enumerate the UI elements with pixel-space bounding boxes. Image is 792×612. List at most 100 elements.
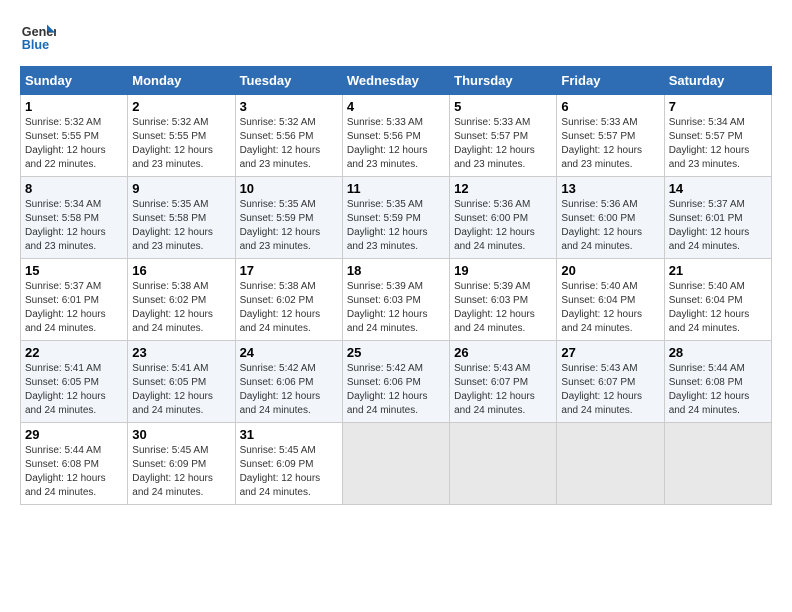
day-number: 21 xyxy=(669,263,767,278)
day-info: Sunrise: 5:35 AM Sunset: 5:58 PM Dayligh… xyxy=(132,198,230,254)
weekday-header-row: SundayMondayTuesdayWednesdayThursdayFrid… xyxy=(21,67,772,95)
day-info: Sunrise: 5:36 AM Sunset: 6:00 PM Dayligh… xyxy=(561,198,659,254)
weekday-header-wednesday: Wednesday xyxy=(342,67,449,95)
day-number: 6 xyxy=(561,99,659,114)
day-number: 12 xyxy=(454,181,552,196)
calendar-cell: 15 Sunrise: 5:37 AM Sunset: 6:01 PM Dayli… xyxy=(21,259,128,341)
calendar-cell: 3 Sunrise: 5:32 AM Sunset: 5:56 PM Daylig… xyxy=(235,95,342,177)
calendar-cell: 14Sunrise: 5:37 AM Sunset: 6:01 PM Dayli… xyxy=(664,177,771,259)
calendar-cell: 27 Sunrise: 5:43 AM Sunset: 6:07 PM Dayli… xyxy=(557,341,664,423)
day-number: 3 xyxy=(240,99,338,114)
day-number: 11 xyxy=(347,181,445,196)
day-number: 17 xyxy=(240,263,338,278)
calendar-cell xyxy=(557,423,664,505)
calendar-cell: 24Sunrise: 5:42 AM Sunset: 6:06 PM Dayli… xyxy=(235,341,342,423)
calendar-cell: 19Sunrise: 5:39 AM Sunset: 6:03 PM Dayli… xyxy=(450,259,557,341)
weekday-header-monday: Monday xyxy=(128,67,235,95)
day-info: Sunrise: 5:45 AM Sunset: 6:09 PM Dayligh… xyxy=(240,444,338,500)
day-info: Sunrise: 5:38 AM Sunset: 6:02 PM Dayligh… xyxy=(240,280,338,336)
calendar-cell: 20 Sunrise: 5:40 AM Sunset: 6:04 PM Dayli… xyxy=(557,259,664,341)
calendar-cell: 18 Sunrise: 5:39 AM Sunset: 6:03 PM Dayli… xyxy=(342,259,449,341)
weekday-header-tuesday: Tuesday xyxy=(235,67,342,95)
calendar-cell: 6 Sunrise: 5:33 AM Sunset: 5:57 PM Daylig… xyxy=(557,95,664,177)
day-number: 26 xyxy=(454,345,552,360)
day-number: 10 xyxy=(240,181,338,196)
calendar-cell: 30 Sunrise: 5:45 AM Sunset: 6:09 PM Dayli… xyxy=(128,423,235,505)
calendar-cell: 16Sunrise: 5:38 AM Sunset: 6:02 PM Dayli… xyxy=(128,259,235,341)
day-info: Sunrise: 5:44 AM Sunset: 6:08 PM Dayligh… xyxy=(669,362,767,418)
day-info: Sunrise: 5:37 AM Sunset: 6:01 PM Dayligh… xyxy=(669,198,767,254)
day-number: 28 xyxy=(669,345,767,360)
day-number: 7 xyxy=(669,99,767,114)
day-info: Sunrise: 5:32 AM Sunset: 5:56 PM Dayligh… xyxy=(240,116,338,172)
weekday-header-saturday: Saturday xyxy=(664,67,771,95)
calendar-cell: 23 Sunrise: 5:41 AM Sunset: 6:05 PM Dayli… xyxy=(128,341,235,423)
day-number: 15 xyxy=(25,263,123,278)
day-info: Sunrise: 5:32 AM Sunset: 5:55 PM Dayligh… xyxy=(25,116,123,172)
day-number: 4 xyxy=(347,99,445,114)
day-number: 19 xyxy=(454,263,552,278)
week-row-3: 15 Sunrise: 5:37 AM Sunset: 6:01 PM Dayli… xyxy=(21,259,772,341)
day-info: Sunrise: 5:43 AM Sunset: 6:07 PM Dayligh… xyxy=(561,362,659,418)
day-number: 13 xyxy=(561,181,659,196)
day-number: 20 xyxy=(561,263,659,278)
week-row-1: 1Sunrise: 5:32 AM Sunset: 5:55 PM Daylig… xyxy=(21,95,772,177)
weekday-header-thursday: Thursday xyxy=(450,67,557,95)
day-number: 30 xyxy=(132,427,230,442)
calendar-cell: 26 Sunrise: 5:43 AM Sunset: 6:07 PM Dayli… xyxy=(450,341,557,423)
calendar-cell: 5Sunrise: 5:33 AM Sunset: 5:57 PM Daylig… xyxy=(450,95,557,177)
logo: General Blue xyxy=(20,20,56,56)
week-row-2: 8 Sunrise: 5:34 AM Sunset: 5:58 PM Daylig… xyxy=(21,177,772,259)
calendar-cell: 2 Sunrise: 5:32 AM Sunset: 5:55 PM Daylig… xyxy=(128,95,235,177)
day-info: Sunrise: 5:42 AM Sunset: 6:06 PM Dayligh… xyxy=(240,362,338,418)
day-info: Sunrise: 5:32 AM Sunset: 5:55 PM Dayligh… xyxy=(132,116,230,172)
calendar-cell: 4 Sunrise: 5:33 AM Sunset: 5:56 PM Daylig… xyxy=(342,95,449,177)
day-info: Sunrise: 5:44 AM Sunset: 6:08 PM Dayligh… xyxy=(25,444,123,500)
day-info: Sunrise: 5:41 AM Sunset: 6:05 PM Dayligh… xyxy=(132,362,230,418)
calendar-cell: 22 Sunrise: 5:41 AM Sunset: 6:05 PM Dayli… xyxy=(21,341,128,423)
day-info: Sunrise: 5:36 AM Sunset: 6:00 PM Dayligh… xyxy=(454,198,552,254)
day-number: 22 xyxy=(25,345,123,360)
day-info: Sunrise: 5:33 AM Sunset: 5:56 PM Dayligh… xyxy=(347,116,445,172)
day-info: Sunrise: 5:45 AM Sunset: 6:09 PM Dayligh… xyxy=(132,444,230,500)
calendar-cell: 7 Sunrise: 5:34 AM Sunset: 5:57 PM Daylig… xyxy=(664,95,771,177)
day-info: Sunrise: 5:39 AM Sunset: 6:03 PM Dayligh… xyxy=(347,280,445,336)
day-info: Sunrise: 5:33 AM Sunset: 5:57 PM Dayligh… xyxy=(561,116,659,172)
calendar-cell: 8 Sunrise: 5:34 AM Sunset: 5:58 PM Daylig… xyxy=(21,177,128,259)
week-row-4: 22 Sunrise: 5:41 AM Sunset: 6:05 PM Dayli… xyxy=(21,341,772,423)
day-info: Sunrise: 5:35 AM Sunset: 5:59 PM Dayligh… xyxy=(240,198,338,254)
day-number: 27 xyxy=(561,345,659,360)
day-number: 9 xyxy=(132,181,230,196)
day-info: Sunrise: 5:34 AM Sunset: 5:58 PM Dayligh… xyxy=(25,198,123,254)
calendar-cell: 17 Sunrise: 5:38 AM Sunset: 6:02 PM Dayli… xyxy=(235,259,342,341)
calendar-table: SundayMondayTuesdayWednesdayThursdayFrid… xyxy=(20,66,772,505)
logo-icon: General Blue xyxy=(20,20,56,56)
calendar-cell: 9 Sunrise: 5:35 AM Sunset: 5:58 PM Daylig… xyxy=(128,177,235,259)
day-number: 8 xyxy=(25,181,123,196)
day-number: 25 xyxy=(347,345,445,360)
day-info: Sunrise: 5:37 AM Sunset: 6:01 PM Dayligh… xyxy=(25,280,123,336)
svg-text:Blue: Blue xyxy=(22,38,49,52)
calendar-cell xyxy=(342,423,449,505)
calendar-cell xyxy=(450,423,557,505)
day-number: 23 xyxy=(132,345,230,360)
day-info: Sunrise: 5:35 AM Sunset: 5:59 PM Dayligh… xyxy=(347,198,445,254)
calendar-cell: 29 Sunrise: 5:44 AM Sunset: 6:08 PM Dayli… xyxy=(21,423,128,505)
page-header: General Blue xyxy=(20,20,772,56)
weekday-header-sunday: Sunday xyxy=(21,67,128,95)
day-number: 29 xyxy=(25,427,123,442)
week-row-5: 29 Sunrise: 5:44 AM Sunset: 6:08 PM Dayli… xyxy=(21,423,772,505)
day-info: Sunrise: 5:41 AM Sunset: 6:05 PM Dayligh… xyxy=(25,362,123,418)
calendar-cell: 13 Sunrise: 5:36 AM Sunset: 6:00 PM Dayli… xyxy=(557,177,664,259)
calendar-cell: 12 Sunrise: 5:36 AM Sunset: 6:00 PM Dayli… xyxy=(450,177,557,259)
day-info: Sunrise: 5:42 AM Sunset: 6:06 PM Dayligh… xyxy=(347,362,445,418)
day-number: 18 xyxy=(347,263,445,278)
calendar-cell: 1Sunrise: 5:32 AM Sunset: 5:55 PM Daylig… xyxy=(21,95,128,177)
day-number: 31 xyxy=(240,427,338,442)
day-info: Sunrise: 5:43 AM Sunset: 6:07 PM Dayligh… xyxy=(454,362,552,418)
calendar-cell: 10 Sunrise: 5:35 AM Sunset: 5:59 PM Dayli… xyxy=(235,177,342,259)
day-number: 2 xyxy=(132,99,230,114)
day-info: Sunrise: 5:40 AM Sunset: 6:04 PM Dayligh… xyxy=(561,280,659,336)
day-info: Sunrise: 5:33 AM Sunset: 5:57 PM Dayligh… xyxy=(454,116,552,172)
day-info: Sunrise: 5:34 AM Sunset: 5:57 PM Dayligh… xyxy=(669,116,767,172)
